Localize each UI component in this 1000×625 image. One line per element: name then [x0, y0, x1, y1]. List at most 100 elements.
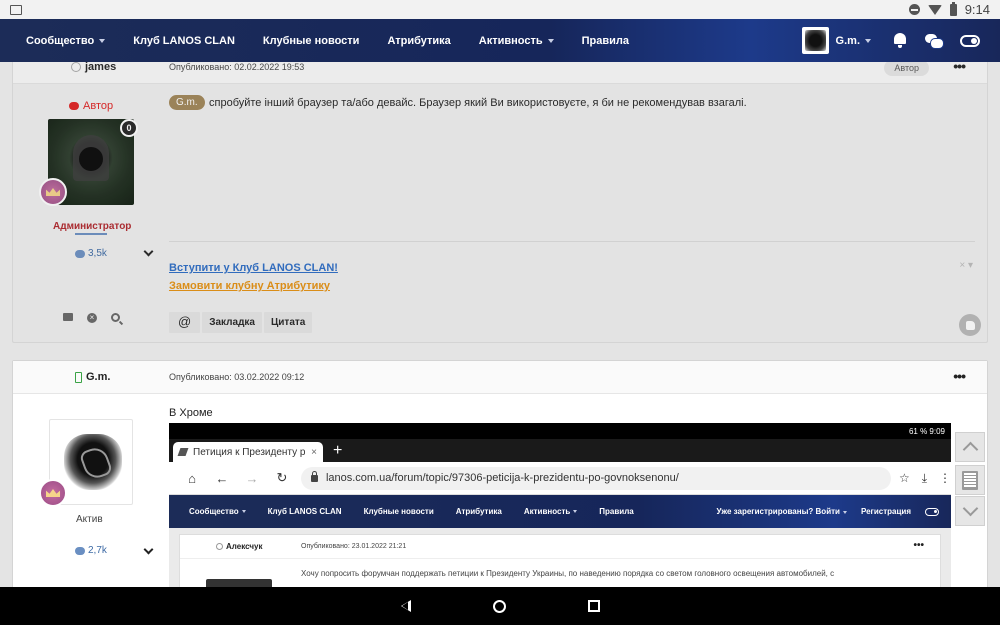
user-mention[interactable]: G.m. [169, 95, 205, 110]
attached-screenshot[interactable]: 61 % 9:09 Петиция к Президенту р × + ⌂ ←… [169, 423, 951, 587]
close-icon: × [311, 446, 317, 458]
screenshot-nav-rules: Правила [599, 507, 634, 516]
post-date: Опубликовано: 03.02.2022 09:12 [169, 372, 305, 382]
nav-club-news[interactable]: Клубные новости [263, 35, 360, 47]
screenshot-post-date: Опубликовано: 23.01.2022 21:21 [301, 543, 407, 550]
chevron-down-icon [99, 38, 106, 43]
user-menu[interactable]: G.m. [836, 35, 871, 47]
forward-icon: → [245, 470, 259, 486]
screenshot-nav-community: Сообщество [189, 507, 246, 516]
reload-icon: ↻ [276, 470, 288, 485]
screenshot-url-field: lanos.com.ua/forum/topic/97306-peticija-… [300, 466, 891, 490]
post-gm: G.m. Опубликовано: 03.02.2022 09:12 ••• … [12, 360, 988, 587]
moderator-shield-icon: 0 [120, 119, 138, 137]
topic-author-label: Автор [69, 100, 113, 112]
scroll-down-button[interactable] [955, 496, 985, 526]
screenshot-body: Алексчук Опубликовано: 23.01.2022 21:21 … [169, 528, 951, 587]
home-icon[interactable] [492, 599, 506, 613]
screenshot-nav-activity: Активность [524, 507, 578, 516]
topic-content: james Опубликовано: 02.02.2022 19:53 Авт… [0, 62, 1000, 587]
chevron-down-icon[interactable] [143, 544, 154, 555]
screenshot-nav-club: Клуб LANOS CLAN [267, 507, 342, 516]
more-icon: ••• [913, 540, 924, 551]
mention-button[interactable]: @ [169, 312, 201, 333]
image-notification-icon [10, 4, 22, 15]
comment-icon [75, 249, 85, 258]
rank-crown-icon [39, 479, 67, 507]
post-list-button[interactable] [955, 465, 985, 495]
join-club-link[interactable]: Вступити у Клуб LANOS CLAN! [169, 262, 338, 274]
screenshot-register: Регистрация [860, 507, 911, 516]
rank-crown-icon [39, 178, 67, 206]
screenshot-status-text: 61 % 9:09 [908, 426, 945, 436]
chevron-down-icon [865, 38, 871, 43]
back-icon: ← [215, 470, 229, 486]
post-count: 3,5k [75, 248, 107, 259]
android-nav-bar [0, 587, 1000, 625]
post-james: james Опубликовано: 02.02.2022 19:53 Авт… [12, 62, 988, 343]
home-icon: ⌂ [188, 470, 196, 486]
post-date: Опубликовано: 02.02.2022 19:53 [169, 62, 305, 72]
chevron-down-icon [547, 38, 554, 43]
quote-button[interactable]: Цитата [263, 312, 313, 333]
messages-icon[interactable] [925, 34, 944, 49]
screenshot-nav-merch: Атрибутика [455, 507, 502, 516]
mail-icon[interactable] [63, 313, 73, 321]
new-tab-icon: + [333, 442, 343, 459]
more-icon[interactable]: ••• [953, 62, 966, 74]
reputation-bar [75, 233, 107, 235]
favicon-icon [177, 448, 189, 456]
more-icon[interactable]: ••• [953, 368, 966, 384]
clock: 9:14 [964, 2, 990, 17]
signature-close-icon[interactable]: × ▾ [959, 260, 973, 271]
download-icon: ⤓ [921, 470, 928, 485]
ignore-icon[interactable]: × [87, 313, 97, 323]
post-body: В Хроме [169, 407, 213, 419]
mobile-online-icon [75, 371, 82, 383]
order-merch-link[interactable]: Замовити клубну Атрибутику [169, 280, 330, 292]
star-icon: ☆ [898, 470, 910, 485]
offline-status-icon [71, 62, 81, 72]
post-author[interactable]: james [71, 62, 116, 73]
screenshot-nav-news: Клубные новости [363, 507, 434, 516]
author-icon [69, 102, 79, 110]
search-icon[interactable] [111, 313, 120, 322]
lock-icon [310, 470, 318, 482]
forum-navbar: Сообщество Клуб LANOS CLAN Клубные новос… [0, 19, 1000, 62]
screenshot-login-prompt: Уже зарегистрированы? Войти [717, 507, 847, 516]
bookmark-button[interactable]: Закладка [202, 312, 262, 333]
user-group: Актив [76, 514, 103, 525]
screenshot-post-text: Хочу попросить форумчан поддержать петиц… [301, 569, 835, 578]
post-author[interactable]: G.m. [75, 371, 110, 383]
screenshot-tab-strip: Петиция к Президенту р × + [169, 439, 951, 462]
toggle-icon [925, 507, 939, 516]
android-status-bar: 9:14 [0, 0, 1000, 19]
nav-activity[interactable]: Активность [479, 35, 554, 47]
user-avatar[interactable] [801, 27, 829, 54]
nav-rules[interactable]: Правила [582, 35, 629, 47]
user-group: Администратор [53, 221, 132, 232]
theme-toggle-icon[interactable] [960, 34, 980, 47]
nav-merch[interactable]: Атрибутика [387, 35, 450, 47]
menu-icon: ⋮ [939, 470, 951, 485]
screenshot-post-author: Алексчук [216, 542, 262, 551]
battery-icon [949, 1, 957, 16]
nav-club[interactable]: Клуб LANOS CLAN [133, 35, 235, 47]
comment-icon [75, 546, 85, 555]
like-icon[interactable] [959, 314, 981, 336]
nav-community[interactable]: Сообщество [26, 35, 106, 47]
screenshot-post: Алексчук Опубликовано: 23.01.2022 21:21 … [179, 534, 941, 587]
do-not-disturb-icon [908, 4, 920, 15]
back-icon[interactable] [400, 600, 411, 612]
screenshot-avatar [206, 579, 272, 587]
post-body: спробуйте інший браузер та/або девайс. Б… [209, 97, 747, 109]
bell-icon[interactable] [893, 33, 907, 48]
recent-apps-icon[interactable] [587, 600, 600, 612]
post-header: james Опубликовано: 02.02.2022 19:53 Авт… [13, 62, 987, 84]
scroll-up-button[interactable] [955, 432, 985, 462]
screenshot-status-bar: 61 % 9:09 [169, 423, 951, 439]
signature-divider [169, 241, 975, 242]
screenshot-tab: Петиция к Президенту р × [173, 442, 323, 462]
chevron-down-icon[interactable] [143, 246, 154, 257]
wifi-icon [927, 4, 942, 15]
